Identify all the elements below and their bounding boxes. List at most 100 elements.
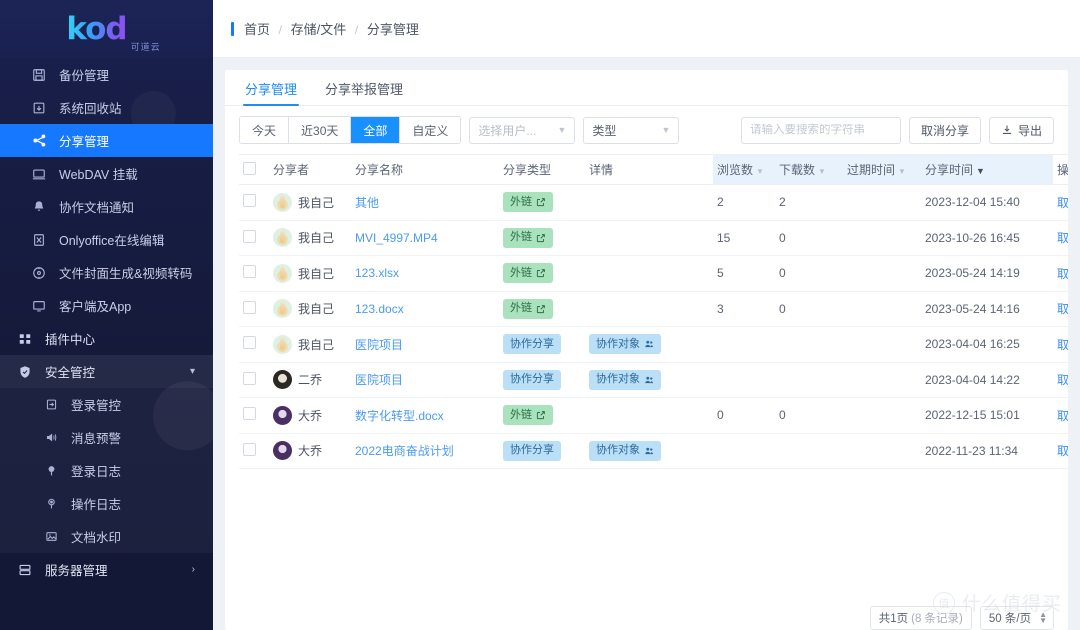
breadcrumb-item-storage[interactable]: 存储/文件	[291, 22, 347, 37]
cancel-share-link[interactable]: 取消分享	[1057, 231, 1068, 245]
share-name-link[interactable]: 医院项目	[355, 373, 403, 387]
sidebar-item-share-management[interactable]: 分享管理	[0, 124, 213, 157]
share-name-link[interactable]: 123.docx	[355, 302, 404, 316]
megaphone-icon	[42, 431, 60, 444]
share-type-cell: 外链	[499, 397, 585, 434]
sidebar-item-label: 登录日志	[71, 465, 122, 479]
page-size-select[interactable]: 50 条/页 ▲ ▼	[979, 606, 1054, 630]
table-row[interactable]: 我自己 其他 外链 22 2023-12-04 15:40 取消分享	[239, 184, 1068, 221]
sharer-cell: 我自己	[269, 326, 351, 363]
table-row[interactable]: 我自己 123.xlsx 外链 50 2023-05-24 14:19 取消分享	[239, 255, 1068, 292]
cancel-share-link[interactable]: 取消分享	[1057, 373, 1068, 387]
table-row[interactable]: 二乔 医院项目 协作分享 协作对象 2023-04-04 14:22 取消分享	[239, 362, 1068, 398]
collab-target-tag[interactable]: 协作对象	[589, 369, 661, 390]
tab-share-report-management[interactable]: 分享举报管理	[323, 79, 405, 105]
row-checkbox[interactable]	[243, 229, 256, 243]
shield-check-icon	[16, 365, 34, 379]
sidebar-item-message-alerts[interactable]: 消息预警	[0, 421, 213, 454]
sidebar-item-label: Onlyoffice在线编辑	[59, 234, 165, 248]
sidebar-item-security-control[interactable]: 安全管控 ▾	[0, 355, 213, 388]
sidebar-item-plugin-center[interactable]: 插件中心	[0, 322, 213, 355]
logo[interactable]: kod 可道云	[0, 0, 213, 58]
column-header-shared-at[interactable]: 分享时间 ▼	[921, 154, 1053, 185]
row-checkbox[interactable]	[243, 194, 256, 208]
sidebar-item-recycle-bin[interactable]: 系统回收站	[0, 91, 213, 124]
avatar	[273, 334, 292, 354]
sidebar-item-operation-logs[interactable]: 操作日志	[0, 487, 213, 520]
breadcrumb-item-home[interactable]: 首页	[244, 22, 270, 37]
share-type-cell: 外链	[499, 220, 585, 256]
sidebar-item-label: 协作文档通知	[59, 201, 135, 215]
cancel-share-link[interactable]: 取消分享	[1057, 338, 1068, 352]
cancel-share-link[interactable]: 取消分享	[1057, 302, 1068, 316]
sidebar-subgroup-security: 登录管控 消息预警 登录日志 操作日志 文档水印	[0, 388, 213, 553]
column-header-expire[interactable]: 过期时间 ▼	[843, 154, 921, 185]
sidebar-item-label: 备份管理	[59, 69, 110, 83]
cancel-share-link[interactable]: 取消分享	[1057, 267, 1068, 281]
share-name-link[interactable]: 123.xlsx	[355, 266, 399, 280]
views-cell: 2	[713, 184, 775, 221]
cancel-share-link[interactable]: 取消分享	[1057, 196, 1068, 210]
sidebar-item-backup[interactable]: 备份管理	[0, 58, 213, 91]
table-row[interactable]: 我自己 123.docx 外链 30 2023-05-24 14:16 取消分享	[239, 291, 1068, 327]
column-header-sharer: 分享者	[269, 154, 351, 185]
external-link-icon	[536, 197, 546, 207]
sidebar-item-doc-notifications[interactable]: 协作文档通知	[0, 190, 213, 223]
sidebar-item-server-management[interactable]: 服务器管理 ›	[0, 553, 213, 586]
row-checkbox[interactable]	[243, 336, 256, 350]
table-row[interactable]: 我自己 MVI_4997.MP4 外链 150 2023-10-26 16:45 取消分享	[239, 220, 1068, 256]
column-header-views[interactable]: 浏览数 ▼	[713, 154, 775, 185]
downloads-cell	[775, 326, 843, 363]
chevron-down-icon[interactable]: ▾	[190, 366, 195, 377]
share-name-link[interactable]: 2022电商奋战计划	[355, 444, 454, 458]
cancel-share-button[interactable]: 取消分享	[908, 116, 981, 144]
table-row[interactable]: 大乔 数字化转型.docx 外链 00 2022-12-15 15:01 取消分享	[239, 397, 1068, 434]
sidebar-item-onlyoffice[interactable]: Onlyoffice在线编辑	[0, 223, 213, 256]
share-name-link[interactable]: 其他	[355, 196, 379, 210]
cancel-share-link[interactable]: 取消分享	[1057, 409, 1068, 423]
share-name-link[interactable]: MVI_4997.MP4	[355, 231, 438, 245]
sidebar-item-login-control[interactable]: 登录管控	[0, 388, 213, 421]
downloads-cell: 0	[775, 291, 843, 327]
search-input[interactable]	[741, 124, 900, 136]
range-custom-button[interactable]: 自定义	[400, 117, 461, 143]
avatar	[273, 263, 292, 283]
export-button[interactable]: 导出	[988, 116, 1054, 144]
row-checkbox[interactable]	[243, 371, 256, 385]
sidebar-item-clients-app[interactable]: 客户端及App	[0, 289, 213, 322]
sidebar-item-media-transcode[interactable]: 文件封面生成&视频转码	[0, 256, 213, 289]
row-select-cell	[239, 184, 269, 221]
type-select[interactable]: 类型 ▼	[583, 116, 680, 144]
column-header-downloads[interactable]: 下载数 ▼	[775, 154, 843, 185]
range-30days-button[interactable]: 近30天	[289, 117, 352, 143]
row-checkbox[interactable]	[243, 265, 256, 279]
people-icon	[644, 446, 654, 456]
row-checkbox[interactable]	[243, 442, 256, 456]
breadcrumb-accent-bar	[231, 21, 234, 36]
table-row[interactable]: 大乔 2022电商奋战计划 协作分享 协作对象 2022-11-23 11:34 取消分享	[239, 433, 1068, 469]
sidebar-item-login-logs[interactable]: 登录日志	[0, 454, 213, 487]
row-checkbox[interactable]	[243, 300, 256, 314]
sidebar-item-document-watermark[interactable]: 文档水印	[0, 520, 213, 553]
sidebar-item-webdav[interactable]: WebDAV 挂载	[0, 157, 213, 190]
share-name-link[interactable]: 医院项目	[355, 338, 403, 352]
row-checkbox[interactable]	[243, 407, 256, 421]
range-all-button[interactable]: 全部	[351, 117, 401, 143]
cancel-share-link[interactable]: 取消分享	[1057, 444, 1068, 458]
share-name-cell: 123.docx	[351, 291, 499, 327]
action-cell: 取消分享	[1053, 184, 1068, 221]
range-today-button[interactable]: 今天	[240, 117, 290, 143]
table-row[interactable]: 我自己 医院项目 协作分享 协作对象 2023-04-04 16:25 取消分享	[239, 326, 1068, 363]
sidebar-item-label: 文件封面生成&视频转码	[59, 267, 193, 281]
external-link-icon	[536, 268, 546, 278]
collab-target-tag[interactable]: 协作对象	[589, 334, 661, 355]
tab-share-management[interactable]: 分享管理	[243, 79, 300, 106]
share-name-link[interactable]: 数字化转型.docx	[355, 409, 444, 423]
location-pin-outline-icon	[42, 497, 60, 510]
chevron-right-icon[interactable]: ›	[192, 564, 195, 575]
document-edit-icon	[30, 233, 48, 247]
sharer-name: 我自己	[298, 337, 335, 352]
user-select[interactable]: 选择用户... ▼	[469, 116, 576, 144]
collab-target-tag[interactable]: 协作对象	[589, 440, 661, 461]
select-all-checkbox[interactable]	[243, 161, 256, 175]
